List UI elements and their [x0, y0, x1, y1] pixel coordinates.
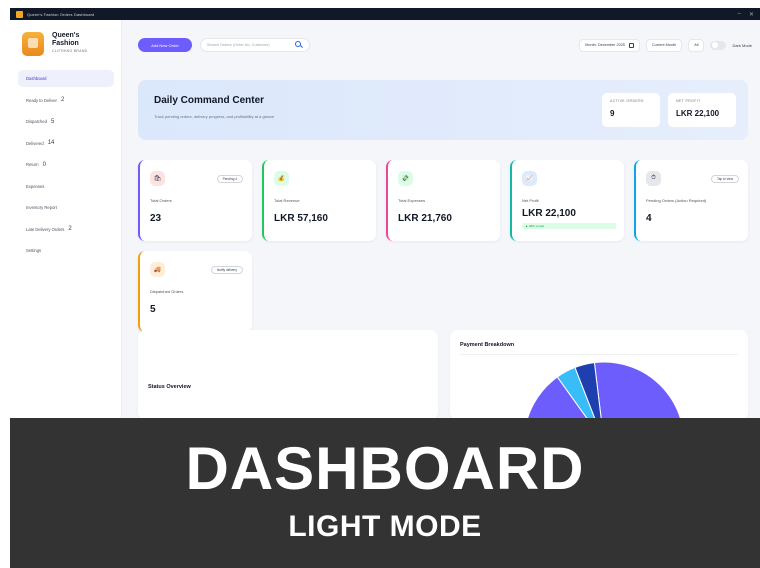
- sidebar-item-count: 2: [68, 226, 72, 232]
- pending-orders-card[interactable]: ⏱ Tap to view Pending Orders (Action Req…: [634, 160, 748, 241]
- total-revenue-card[interactable]: 💰 Total Revenue LKR 57,160: [262, 160, 376, 241]
- search-input[interactable]: Search Orders (Order No, Customer): [200, 38, 310, 52]
- brand-name: Queen's Fashion: [52, 32, 80, 47]
- sidebar-item-label: Settings: [26, 248, 42, 253]
- card-value: LKR 22,100: [522, 208, 576, 219]
- card-value: LKR 57,160: [274, 213, 328, 224]
- period-filter-value: Current Month: [651, 43, 677, 47]
- calendar-icon: [628, 42, 634, 48]
- sidebar-item-label: Return: [26, 162, 39, 167]
- sidebar-item-count: 2: [60, 97, 65, 103]
- status-overview-panel: Status Overview: [138, 330, 438, 420]
- hero-subtitle: Track pending orders, delivery progress,…: [154, 114, 275, 119]
- sidebar-item-count: 0: [42, 161, 46, 168]
- net-profit-stat: NET PROFIT LKR 22,100: [668, 93, 736, 127]
- total-expenses-card[interactable]: 💸 Total Expenses LKR 21,760: [386, 160, 500, 241]
- notify-delivery-pill[interactable]: Notify delivery: [210, 266, 243, 274]
- net-profit-label: NET PROFIT: [676, 99, 701, 103]
- sidebar-item-label: Delivered: [26, 140, 44, 146]
- card-value: 5: [150, 304, 156, 315]
- sidebar-item-dispatched[interactable]: Dispatched 5: [18, 113, 114, 130]
- card-label: Dispatched Orders: [150, 289, 184, 294]
- status-overview-title: Status Overview: [148, 384, 191, 390]
- pie-slice[interactable]: [524, 361, 684, 420]
- filters: Month: December 2025 Current Month All D…: [579, 38, 752, 52]
- brand: Queen's Fashion CLOTHING BRAND: [22, 32, 96, 56]
- net-profit-value: LKR 22,100: [676, 109, 720, 118]
- brand-subtitle: CLOTHING BRAND: [52, 49, 88, 53]
- month-filter[interactable]: Month: December 2025: [579, 38, 640, 52]
- sidebar-item-label: Dispatched: [26, 119, 47, 124]
- app-icon: [16, 10, 23, 18]
- promo-banner: DASHBOARD LIGHT MODE: [10, 418, 760, 568]
- hero-title: Daily Command Center: [154, 95, 265, 106]
- cart-icon: 🛍: [150, 171, 165, 186]
- scope-filter-value: All: [694, 43, 699, 47]
- sidebar-item-count: 5: [50, 118, 55, 125]
- total-orders-card[interactable]: 🛍 Pending 4 Total Orders 23: [138, 160, 252, 241]
- banner-title: DASHBOARD: [185, 435, 585, 502]
- card-label: Total Expenses: [398, 198, 426, 203]
- sidebar-item-dashboard[interactable]: Dashboard: [18, 70, 114, 87]
- close-icon[interactable]: ✕: [749, 11, 754, 18]
- sidebar-item-label: Late Delivery Orders: [26, 226, 65, 232]
- payment-pie-chart: [524, 361, 684, 420]
- sidebar-item-label: Dashboard: [26, 76, 47, 81]
- sidebar-item-ready-to-deliver[interactable]: Ready to Deliver 2: [18, 92, 114, 109]
- command-center-hero: Daily Command Center Track pending order…: [138, 80, 748, 140]
- dark-mode-label: Dark Mode: [732, 42, 752, 48]
- chart-icon: 📈: [522, 171, 537, 186]
- window-titlebar: Queen's Fashion Orders Dashboard – ✕: [10, 8, 760, 20]
- payment-breakdown-panel: Payment Breakdown: [450, 330, 748, 420]
- period-filter[interactable]: Current Month: [645, 38, 683, 52]
- brand-logo: [22, 32, 44, 56]
- card-value: 23: [150, 213, 162, 224]
- active-orders-stat: ACTIVE ORDERS 9: [602, 93, 660, 127]
- expense-icon: 💸: [398, 171, 413, 186]
- sidebar-item-delivered[interactable]: Delivered 14: [18, 135, 114, 152]
- pending-pill[interactable]: Pending 4: [216, 175, 243, 183]
- minimize-icon[interactable]: –: [738, 11, 741, 18]
- sidebar-item-label: Expenses: [26, 183, 45, 189]
- dispatched-orders-card[interactable]: 🚚 Notify delivery Dispatched Orders 5: [138, 251, 252, 332]
- sidebar: Queen's Fashion CLOTHING BRAND Dashboard…: [10, 20, 122, 420]
- sidebar-item-return[interactable]: Return 0: [18, 156, 114, 173]
- card-label: Net Profit: [522, 198, 539, 203]
- net-profit-card[interactable]: 📈 Net Profit LKR 22,100 ▲ 38% vs last: [510, 160, 624, 241]
- sidebar-item-inventory-report[interactable]: Inventory Report: [18, 199, 114, 216]
- money-icon: 💰: [274, 171, 289, 186]
- clock-icon: ⏱: [646, 171, 661, 186]
- add-order-button[interactable]: Add New Order: [138, 38, 192, 52]
- sidebar-item-count: 14: [47, 140, 55, 146]
- trend-badge: ▲ 38% vs last: [522, 223, 616, 229]
- app-window: Queen's Fashion CLOTHING BRAND Dashboard…: [10, 20, 760, 420]
- sidebar-item-expenses[interactable]: Expenses: [18, 178, 114, 195]
- topbar: Add New Order Search Orders (Order No, C…: [138, 35, 752, 55]
- card-label: Total Revenue: [274, 198, 300, 203]
- card-value: LKR 21,760: [398, 213, 452, 224]
- card-value: 4: [646, 213, 652, 224]
- banner-subtitle: LIGHT MODE: [288, 510, 482, 543]
- active-orders-value: 9: [610, 109, 615, 118]
- search-icon[interactable]: [295, 41, 303, 49]
- sidebar-item-label: Inventory Report: [26, 205, 57, 210]
- sidebar-item-label: Ready to Deliver: [26, 97, 57, 103]
- window-title: Queen's Fashion Orders Dashboard: [27, 11, 95, 17]
- sidebar-nav: Dashboard Ready to Deliver 2 Dispatched …: [18, 70, 114, 264]
- truck-icon: 🚚: [150, 262, 165, 277]
- tap-to-view-pill[interactable]: Tap to view: [711, 175, 739, 183]
- sidebar-item-settings[interactable]: Settings: [18, 242, 114, 259]
- month-filter-value: Month: December 2025: [585, 43, 625, 47]
- sidebar-item-late-delivery-orders[interactable]: Late Delivery Orders 2: [18, 221, 114, 238]
- dark-mode-toggle[interactable]: [710, 40, 727, 50]
- card-label: Total Orders: [150, 198, 172, 203]
- scope-filter[interactable]: All: [688, 38, 705, 52]
- card-label: Pending Orders (Action Required): [646, 198, 707, 203]
- active-orders-label: ACTIVE ORDERS: [610, 99, 644, 103]
- search-placeholder: Search Orders (Order No, Customer): [207, 43, 270, 47]
